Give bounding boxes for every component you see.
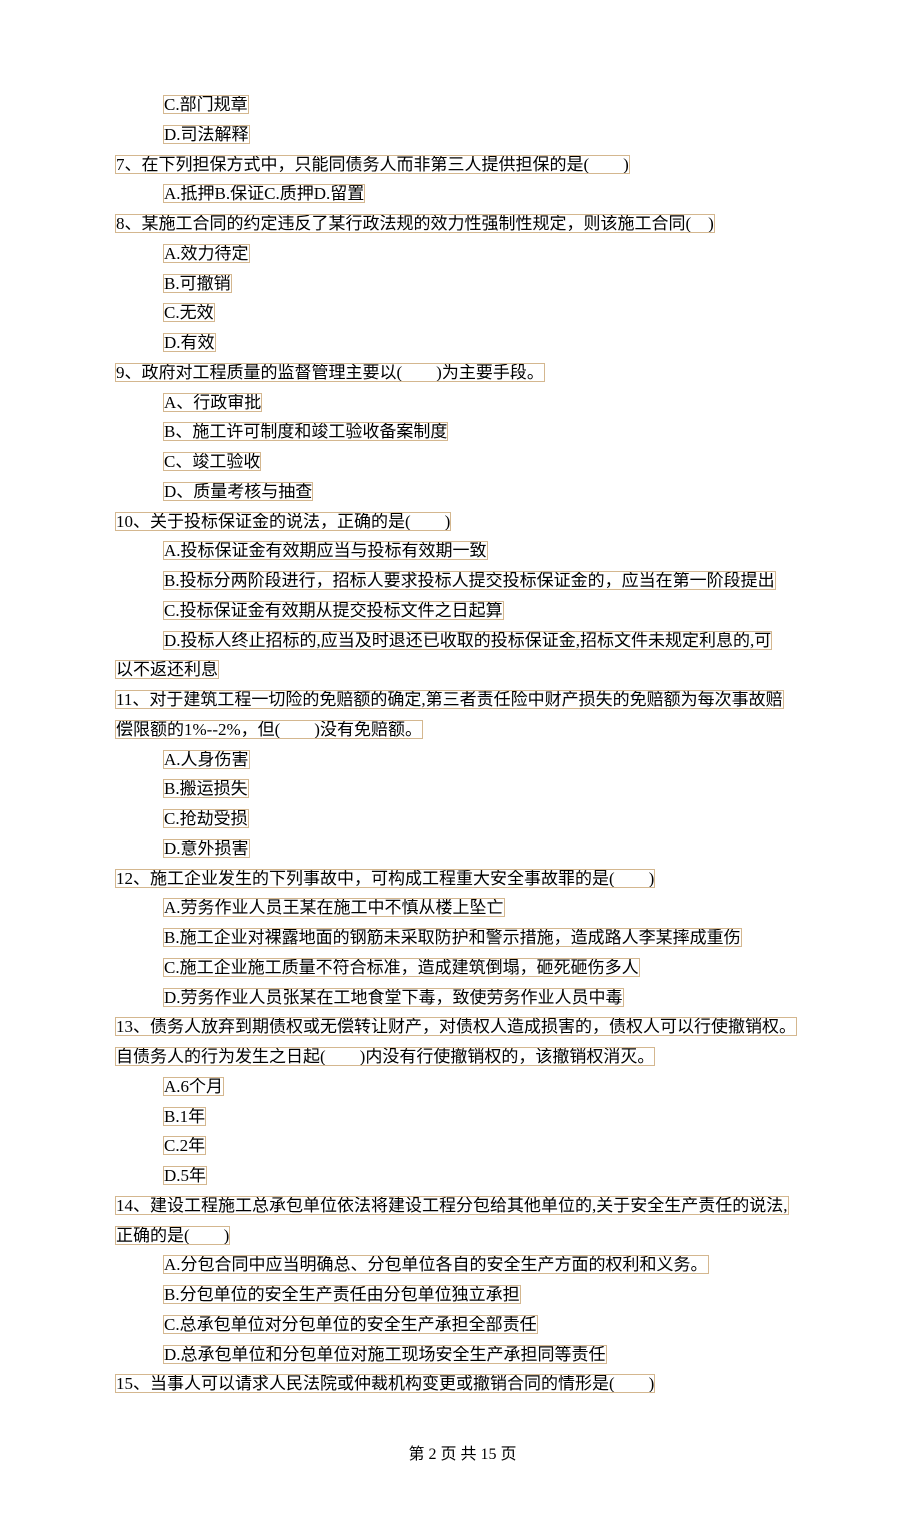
option-6c: C.部门规章 bbox=[163, 95, 249, 114]
option-11c: C.抢劫受损 bbox=[163, 809, 249, 828]
option-14a: A.分包合同中应当明确总、分包单位各自的安全生产方面的权利和义务。 bbox=[163, 1255, 709, 1274]
option-8c: C.无效 bbox=[163, 303, 215, 322]
option-10a: A.投标保证金有效期应当与投标有效期一致 bbox=[163, 541, 488, 560]
question-9-stem: 9、政府对工程质量的监督管理主要以( )为主要手段。 bbox=[115, 363, 545, 382]
question-12-stem: 12、施工企业发生的下列事故中，可构成工程重大安全事故罪的是( ) bbox=[115, 869, 655, 888]
option-11d: D.意外损害 bbox=[163, 839, 250, 858]
question-7-stem: 7、在下列担保方式中，只能同债务人而非第三人提供担保的是( ) bbox=[115, 155, 630, 174]
question-13-stem-l1: 13、债务人放弃到期债权或无偿转让财产，对债权人造成损害的，债权人可以行使撤销权… bbox=[115, 1017, 797, 1036]
option-8b: B.可撤销 bbox=[163, 274, 232, 293]
question-14-stem-l2: 正确的是( ) bbox=[115, 1226, 230, 1245]
option-10d-l2: 以不返还利息 bbox=[115, 660, 219, 679]
option-12b: B.施工企业对裸露地面的钢筋未采取防护和警示措施，造成路人李某摔成重伤 bbox=[163, 928, 742, 947]
option-14d: D.总承包单位和分包单位对施工现场安全生产承担同等责任 bbox=[163, 1345, 607, 1364]
option-14c: C.总承包单位对分包单位的安全生产承担全部责任 bbox=[163, 1315, 538, 1334]
option-9a: A、行政审批 bbox=[163, 393, 262, 412]
option-9b: B、施工许可制度和竣工验收备案制度 bbox=[163, 422, 448, 441]
question-13-stem-l2: 自债务人的行为发生之日起( )内没有行使撤销权的，该撤销权消灭。 bbox=[115, 1047, 655, 1066]
option-13a: A.6个月 bbox=[163, 1077, 224, 1096]
option-13d: D.5年 bbox=[163, 1166, 207, 1185]
option-12d: D.劳务作业人员张某在工地食堂下毒，致使劳务作业人员中毒 bbox=[163, 988, 624, 1007]
option-7-all: A.抵押B.保证C.质押D.留置 bbox=[163, 184, 365, 203]
option-10d-l1: D.投标人终止招标的,应当及时退还已收取的投标保证金,招标文件未规定利息的,可 bbox=[163, 631, 772, 650]
option-8a: A.效力待定 bbox=[163, 244, 250, 263]
option-13b: B.1年 bbox=[163, 1107, 206, 1126]
option-13c: C.2年 bbox=[163, 1136, 206, 1155]
option-12c: C.施工企业施工质量不符合标准，造成建筑倒塌，砸死砸伤多人 bbox=[163, 958, 640, 977]
question-11-stem-l2: 偿限额的1%--2%，但( )没有免赔额。 bbox=[115, 720, 423, 739]
option-12a: A.劳务作业人员王某在施工中不慎从楼上坠亡 bbox=[163, 898, 505, 917]
option-11a: A.人身伤害 bbox=[163, 750, 250, 769]
option-9c: C、竣工验收 bbox=[163, 452, 261, 471]
option-10b: B.投标分两阶段进行，招标人要求投标人提交投标保证金的，应当在第一阶段提出 bbox=[163, 571, 776, 590]
question-15-stem: 15、当事人可以请求人民法院或仲裁机构变更或撤销合同的情形是( ) bbox=[115, 1374, 655, 1393]
question-10-stem: 10、关于投标保证金的说法，正确的是( ) bbox=[115, 512, 451, 531]
option-9d: D、质量考核与抽查 bbox=[163, 482, 313, 501]
question-14-stem-l1: 14、建设工程施工总承包单位依法将建设工程分包给其他单位的,关于安全生产责任的说… bbox=[115, 1196, 789, 1215]
page-footer: 第 2 页 共 15 页 bbox=[115, 1441, 810, 1469]
option-6d: D.司法解释 bbox=[163, 125, 250, 144]
option-14b: B.分包单位的安全生产责任由分包单位独立承担 bbox=[163, 1285, 521, 1304]
question-11-stem-l1: 11、对于建筑工程一切险的免赔额的确定,第三者责任险中财产损失的免赔额为每次事故… bbox=[115, 690, 784, 709]
option-8d: D.有效 bbox=[163, 333, 216, 352]
question-8-stem: 8、某施工合同的约定违反了某行政法规的效力性强制性规定，则该施工合同( ) bbox=[115, 214, 715, 233]
option-11b: B.搬运损失 bbox=[163, 779, 249, 798]
option-10c: C.投标保证金有效期从提交投标文件之日起算 bbox=[163, 601, 504, 620]
